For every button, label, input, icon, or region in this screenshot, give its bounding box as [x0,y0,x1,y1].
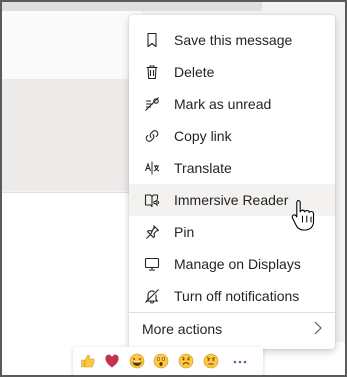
background-message-area [2,79,142,191]
laugh-icon[interactable] [129,353,145,369]
background-message-area [2,11,142,79]
background-message-area [2,192,142,343]
background-toolbar [2,2,262,11]
menu-item-label: Turn off notifications [174,288,300,304]
pin-icon [144,224,160,240]
display-icon [144,256,160,272]
menu-item-label: Copy link [174,128,232,144]
menu-item-manage-displays[interactable]: Manage on Displays [129,248,335,280]
menu-item-save-message[interactable]: Save this message [129,24,335,56]
trash-icon [144,64,160,80]
menu-item-label: Translate [174,160,232,176]
menu-item-translate[interactable]: Translate [129,152,335,184]
menu-item-label: Save this message [174,32,293,48]
heart-icon[interactable] [104,353,120,369]
menu-item-delete[interactable]: Delete [129,56,335,88]
menu-item-label: Immersive Reader [174,192,289,208]
app-window: Save this message Delete Mark as unread … [0,0,347,377]
more-reactions-icon[interactable] [232,353,248,369]
more-actions-label: More actions [142,321,223,337]
bookmark-icon [144,32,160,48]
more-actions-item[interactable]: More actions [129,313,335,343]
translate-icon [144,160,160,176]
angry-icon[interactable] [203,353,219,369]
mark-unread-icon [144,96,160,112]
immersive-reader-icon [144,192,160,208]
menu-item-label: Manage on Displays [174,256,301,272]
menu-item-mark-unread[interactable]: Mark as unread [129,88,335,120]
menu-item-turn-off-notifications[interactable]: Turn off notifications [129,280,335,312]
thumbs-up-icon[interactable] [80,353,96,369]
hand-pointer-cursor-icon [290,198,316,232]
menu-item-label: Delete [174,64,215,80]
menu-item-label: Pin [174,224,195,240]
surprised-icon[interactable] [153,353,169,369]
message-context-menu: Save this message Delete Mark as unread … [129,15,335,349]
reaction-bar [73,347,263,375]
sad-icon[interactable] [178,353,194,369]
menu-item-copy-link[interactable]: Copy link [129,120,335,152]
link-icon [144,128,160,144]
bell-off-icon [144,288,160,304]
chevron-right-icon [313,320,323,336]
menu-item-label: Mark as unread [174,96,272,112]
